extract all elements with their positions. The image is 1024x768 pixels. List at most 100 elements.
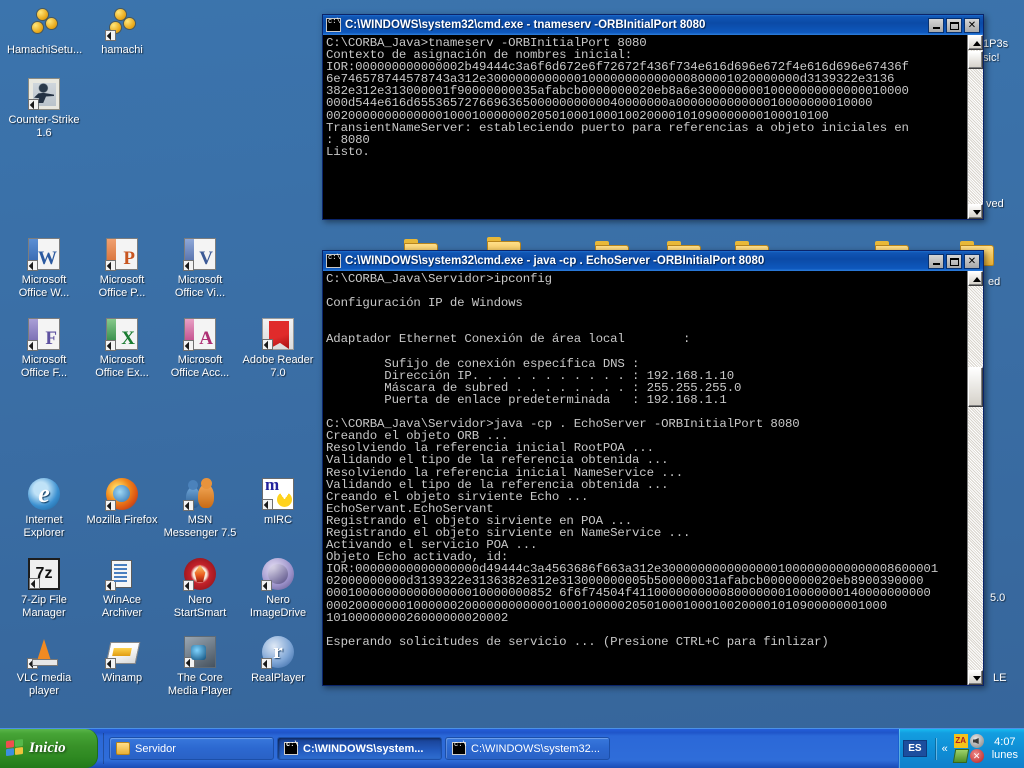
taskbar-item-label: Servidor <box>135 742 176 755</box>
desktop-icon-label: WinAce Archiver <box>101 594 143 619</box>
desktop-icon-word[interactable]: W Microsoft Office W... <box>6 238 82 299</box>
vlc-icon <box>27 636 60 669</box>
chevron-left-icon[interactable]: « <box>940 743 950 755</box>
firefox-icon <box>105 478 138 511</box>
start-button-label: Inicio <box>29 740 66 756</box>
maximize-button[interactable] <box>946 17 962 33</box>
network-icon[interactable] <box>952 749 969 763</box>
titlebar[interactable]: C:\WINDOWS\system32\cmd.exe - java -cp .… <box>323 251 983 271</box>
clock-time: 4:07 <box>994 735 1016 748</box>
shortcut-arrow-icon <box>183 580 194 591</box>
desktop-icon-vlc[interactable]: VLC media player <box>6 636 82 697</box>
desktop-icon-realplayer[interactable]: RealPlayer <box>240 636 316 685</box>
scroll-up-button[interactable] <box>968 271 983 286</box>
console-output-echoserver[interactable]: C:\CORBA_Java\Servidor>ipconfig Configur… <box>323 271 969 685</box>
clock[interactable]: 4:07 lunes <box>988 736 1018 762</box>
desktop-icon-label: Microsoft Office Vi... <box>174 274 226 299</box>
zonealarm-icon[interactable] <box>953 734 968 748</box>
minimize-button[interactable] <box>928 17 944 33</box>
shortcut-arrow-icon <box>27 340 38 351</box>
taskbar[interactable]: Inicio Servidor C:\WINDOWS\system... C:\… <box>0 728 1024 768</box>
window-echoserver[interactable]: C:\WINDOWS\system32\cmd.exe - java -cp .… <box>322 250 984 686</box>
desktop-icon-visio[interactable]: V Microsoft Office Vi... <box>162 238 238 299</box>
console-output-tnameserv[interactable]: C:\CORBA_Java>tnameserv -ORBInitialPort … <box>323 35 969 219</box>
desktop-icon-firefox[interactable]: Mozilla Firefox <box>84 478 160 527</box>
desktop-icon-mirc[interactable]: mIRC <box>240 478 316 527</box>
desktop-icon-winamp[interactable]: Winamp <box>84 636 160 685</box>
desktop-icon-adobe-reader[interactable]: Adobe Reader 7.0 <box>240 318 316 379</box>
cmd-icon <box>326 18 341 32</box>
desktop-icon-label: Internet Explorer <box>23 514 65 539</box>
shortcut-arrow-icon <box>105 260 116 271</box>
word-icon: W <box>27 238 60 271</box>
shortcut-arrow-icon <box>183 500 194 511</box>
close-button[interactable]: ✕ <box>964 253 980 269</box>
desktop-icon-label: Adobe Reader 7.0 <box>242 354 314 379</box>
scrollbar-thumb[interactable] <box>968 51 983 69</box>
desktop-icon-powerpoint[interactable]: P Microsoft Office P... <box>84 238 160 299</box>
maximize-button[interactable] <box>946 253 962 269</box>
shortcut-arrow-icon <box>184 657 195 668</box>
7zip-icon <box>28 558 60 590</box>
hamachi-icon <box>105 8 138 41</box>
desktop-icon-counter-strike[interactable]: Counter-Strike 1.6 <box>6 78 82 139</box>
desktop-icon-excel[interactable]: X Microsoft Office Ex... <box>84 318 160 379</box>
cmd-icon <box>284 741 299 755</box>
desktop-icon-core-media-player[interactable]: The Core Media Player <box>162 636 238 697</box>
desktop-icon-hamachi-setup[interactable]: HamachiSetu... <box>6 8 82 57</box>
winace-icon <box>105 558 138 591</box>
partial-desktop-label: ed <box>988 276 1001 288</box>
vertical-scrollbar[interactable] <box>967 35 983 219</box>
titlebar[interactable]: C:\WINDOWS\system32\cmd.exe - tnameserv … <box>323 15 983 35</box>
scroll-up-button[interactable] <box>968 35 983 50</box>
desktop-icon-label: Nero ImageDrive <box>249 594 307 619</box>
window-title: C:\WINDOWS\system32\cmd.exe - tnameserv … <box>345 19 706 31</box>
shortcut-arrow-icon <box>27 260 38 271</box>
desktop-icon-label: Winamp <box>101 672 143 684</box>
desktop-icon-winace[interactable]: WinAce Archiver <box>84 558 160 619</box>
security-shield-icon[interactable] <box>969 749 984 763</box>
scroll-down-button[interactable] <box>968 204 983 219</box>
scrollbar-thumb[interactable] <box>968 367 983 407</box>
winamp-icon <box>105 636 138 669</box>
internet-explorer-icon <box>28 478 60 510</box>
window-title: C:\WINDOWS\system32\cmd.exe - java -cp .… <box>345 255 765 267</box>
volume-icon[interactable] <box>969 734 984 748</box>
desktop-icon-msn-messenger[interactable]: MSN Messenger 7.5 <box>162 478 238 539</box>
desktop-icon-hamachi[interactable]: hamachi <box>84 8 160 57</box>
mirc-icon <box>262 478 294 510</box>
quicklaunch-separator <box>103 733 104 764</box>
desktop-icon-access[interactable]: A Microsoft Office Acc... <box>162 318 238 379</box>
taskbar-item-cmd-2[interactable]: C:\WINDOWS\system32... <box>445 737 610 760</box>
taskbar-item-cmd-1[interactable]: C:\WINDOWS\system... <box>277 737 442 760</box>
shortcut-arrow-icon <box>105 500 116 511</box>
desktop-icon-label: MSN Messenger 7.5 <box>163 514 237 539</box>
desktop-icon-label: Microsoft Office Ex... <box>95 354 149 379</box>
desktop-icon-label: RealPlayer <box>251 672 305 684</box>
minimize-button[interactable] <box>928 253 944 269</box>
counter-strike-icon <box>28 78 60 110</box>
taskbar-items[interactable]: Servidor C:\WINDOWS\system... C:\WINDOWS… <box>107 729 898 768</box>
desktop-icon-nero-imagedrive[interactable]: Nero ImageDrive <box>240 558 316 619</box>
excel-icon: X <box>105 318 138 351</box>
window-tnameserv[interactable]: C:\WINDOWS\system32\cmd.exe - tnameserv … <box>322 14 984 220</box>
start-button[interactable]: Inicio <box>0 729 98 768</box>
msn-messenger-icon <box>183 478 216 511</box>
nero-imagedrive-icon <box>261 558 294 591</box>
nero-startsmart-icon <box>183 558 216 591</box>
desktop-icon-7zip[interactable]: 7-Zip File Manager <box>6 558 82 619</box>
desktop-icon-frontpage[interactable]: F Microsoft Office F... <box>6 318 82 379</box>
vertical-scrollbar[interactable] <box>967 271 983 685</box>
shortcut-arrow-icon <box>105 658 116 669</box>
language-indicator[interactable]: ES <box>903 740 927 757</box>
tray-icon-group[interactable] <box>952 734 984 763</box>
scroll-down-button[interactable] <box>968 670 983 685</box>
powerpoint-icon: P <box>105 238 138 271</box>
system-tray[interactable]: ES « 4:07 lunes <box>898 729 1024 768</box>
desktop-icon-label: Microsoft Office W... <box>18 274 70 299</box>
close-button[interactable]: ✕ <box>964 17 980 33</box>
adobe-reader-icon <box>262 318 294 350</box>
taskbar-item-servidor[interactable]: Servidor <box>109 737 274 760</box>
desktop-icon-internet-explorer[interactable]: Internet Explorer <box>6 478 82 539</box>
desktop-icon-nero-startsmart[interactable]: Nero StartSmart <box>162 558 238 619</box>
